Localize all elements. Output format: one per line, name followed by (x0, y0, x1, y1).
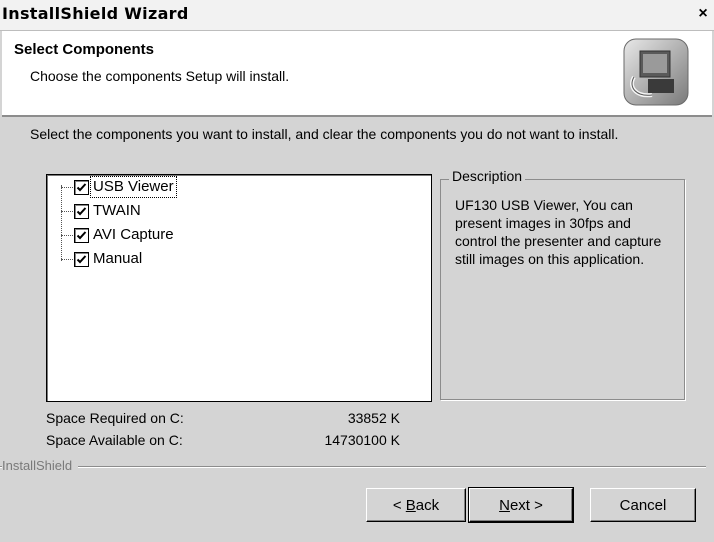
space-available-value: 14730100 K (324, 432, 400, 448)
installer-computer-icon (622, 37, 690, 107)
instructions-text: Select the components you want to instal… (30, 126, 619, 142)
cancel-button[interactable]: Cancel (590, 488, 696, 522)
checkmark-icon (76, 231, 87, 240)
checkbox-usb-viewer[interactable] (74, 180, 89, 195)
description-legend: Description (449, 168, 526, 184)
tree-item-label: USB Viewer (90, 176, 177, 198)
space-required-value: 33852 K (347, 410, 400, 426)
page-title: Select Components (14, 41, 155, 58)
next-button[interactable]: Next > (468, 487, 574, 523)
brand-label: InstallShield (2, 458, 79, 473)
tree-item-label: AVI Capture (93, 226, 174, 243)
wizard-header: Select Components Choose the components … (2, 31, 712, 117)
tree-item-label: TWAIN (93, 202, 141, 219)
checkmark-icon (76, 207, 87, 216)
description-text: UF130 USB Viewer, You can present images… (455, 197, 662, 267)
checkbox-avi-capture[interactable] (74, 228, 89, 243)
space-available-label: Space Available on C: (46, 432, 183, 448)
checkbox-manual[interactable] (74, 252, 89, 267)
component-tree[interactable]: USB Viewer TWAIN AVI Capture Manual (46, 174, 432, 402)
tree-connector-line (61, 185, 62, 261)
space-required-label: Space Required on C: (46, 410, 184, 426)
brand-divider (0, 466, 706, 468)
tree-item-label: Manual (93, 250, 143, 267)
close-icon[interactable]: × (694, 5, 712, 23)
window-title: InstallShield Wizard (2, 4, 189, 23)
back-button[interactable]: < Back (366, 488, 466, 522)
checkmark-icon (76, 183, 87, 192)
title-bar: InstallShield Wizard × (0, 0, 714, 31)
page-subtitle: Choose the components Setup will install… (30, 68, 290, 84)
checkbox-twain[interactable] (74, 204, 89, 219)
checkmark-icon (76, 255, 87, 264)
